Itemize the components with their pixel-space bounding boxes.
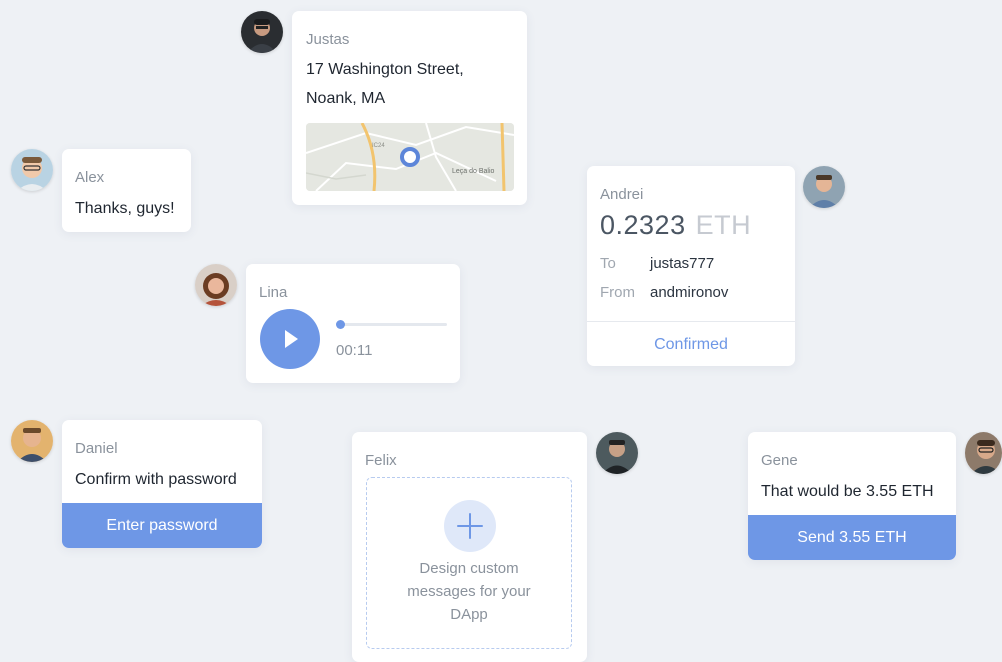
audio-duration: 00:11 <box>336 342 373 359</box>
message-card-gene: Gene That would be 3.55 ETH Send 3.55 ET… <box>748 432 956 560</box>
divider <box>587 321 795 322</box>
send-eth-button[interactable]: Send 3.55 ETH <box>748 515 956 560</box>
sender-name: Alex <box>75 169 105 186</box>
cta-line-2: messages for your <box>407 583 531 600</box>
map-label-place: Leça do Balio <box>452 168 495 175</box>
avatar-felix <box>596 432 638 474</box>
sender-name: Daniel <box>75 440 118 457</box>
message-card-daniel: Daniel Confirm with password Enter passw… <box>62 420 262 548</box>
sender-name: Justas <box>306 31 350 48</box>
audio-progress-track[interactable] <box>337 323 447 326</box>
sender-name: Lina <box>259 284 288 301</box>
eth-amount-value: 0.2323 <box>600 210 686 240</box>
avatar-justas <box>241 11 283 53</box>
sender-name: Gene <box>761 452 798 469</box>
status-confirmed[interactable]: Confirmed <box>587 336 795 354</box>
play-button[interactable] <box>260 309 320 369</box>
map-thumbnail[interactable]: Leça do Balio IC24 <box>306 123 514 191</box>
message-card-felix: Felix Design custom messages for your DA… <box>352 432 587 662</box>
avatar-daniel <box>11 420 53 462</box>
message-text: Thanks, guys! <box>75 200 175 217</box>
to-value: justas777 <box>650 255 715 272</box>
from-value: andmironov <box>650 284 729 301</box>
address-line-2: Noank, MA <box>306 90 386 107</box>
eth-amount-unit: ETH <box>695 210 752 240</box>
play-icon <box>285 330 298 348</box>
message-card-alex: Alex Thanks, guys! <box>62 149 191 232</box>
eth-amount: 0.2323 ETH <box>600 210 751 241</box>
from-label: From <box>600 284 635 301</box>
avatar-lina <box>195 264 237 306</box>
message-card-justas: Justas 17 Washington Street, Noank, MA L… <box>292 11 527 205</box>
sender-name: Andrei <box>600 186 644 203</box>
message-card-lina: Lina 00:11 <box>246 264 460 383</box>
cta-line-1: Design custom <box>419 560 519 577</box>
message-card-andrei: Andrei 0.2323 ETH To justas777 From andm… <box>587 166 795 366</box>
avatar-alex <box>11 149 53 191</box>
audio-progress-handle[interactable] <box>336 320 345 329</box>
cta-line-3: DApp <box>450 606 488 623</box>
design-custom-dropzone[interactable]: Design custom messages for your DApp <box>366 477 572 649</box>
add-button[interactable] <box>444 500 496 552</box>
avatar-andrei <box>803 166 845 208</box>
avatar-gene <box>965 432 1002 474</box>
message-text: Confirm with password <box>75 471 237 488</box>
to-label: To <box>600 255 616 272</box>
address-line-1: 17 Washington Street, <box>306 61 464 78</box>
enter-password-button[interactable]: Enter password <box>62 503 262 548</box>
sender-name: Felix <box>365 452 397 469</box>
map-label-road: IC24 <box>372 143 385 149</box>
plus-icon <box>457 513 483 539</box>
message-text: That would be 3.55 ETH <box>761 483 934 500</box>
